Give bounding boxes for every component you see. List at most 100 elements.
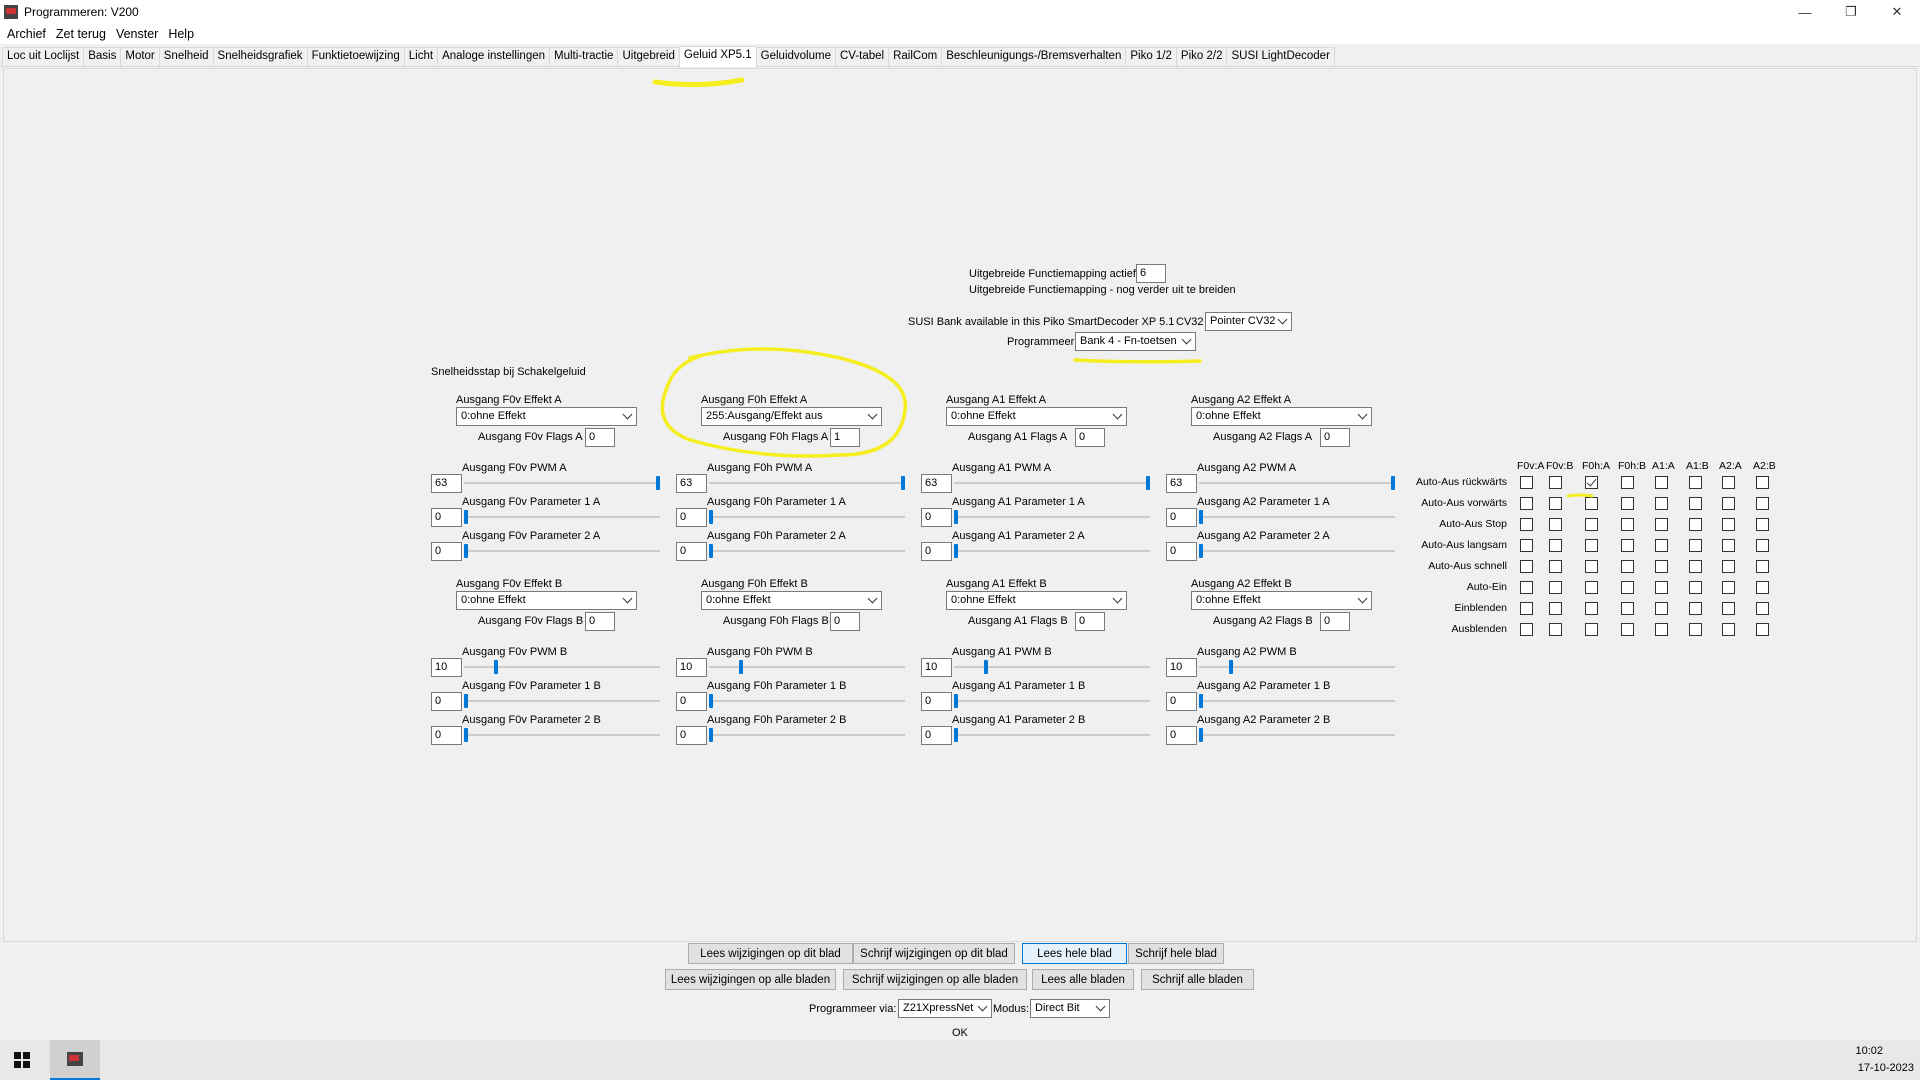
grid-checkbox[interactable] <box>1655 602 1668 615</box>
btn-row2-3[interactable]: Schrijf alle bladen <box>1141 969 1254 990</box>
grid-checkbox[interactable] <box>1722 560 1735 573</box>
f0v-pwm-a-slider[interactable] <box>464 475 660 491</box>
grid-checkbox[interactable] <box>1689 581 1702 594</box>
f0v-param2-a-slider[interactable] <box>464 543 660 559</box>
grid-checkbox[interactable] <box>1520 602 1533 615</box>
grid-checkbox[interactable] <box>1689 497 1702 510</box>
grid-checkbox[interactable] <box>1756 476 1769 489</box>
a2-param2-b-input[interactable]: 0 <box>1166 726 1197 745</box>
slider-thumb[interactable] <box>1146 476 1150 490</box>
f0h-param1-a-input[interactable]: 0 <box>676 508 707 527</box>
btn-row1-3[interactable]: Schrijf hele blad <box>1128 943 1224 964</box>
slider-thumb[interactable] <box>709 544 713 558</box>
grid-checkbox[interactable] <box>1621 581 1634 594</box>
grid-checkbox[interactable] <box>1722 623 1735 636</box>
slider-thumb[interactable] <box>954 694 958 708</box>
grid-checkbox[interactable] <box>1655 539 1668 552</box>
f0h-param1-a-slider[interactable] <box>709 509 905 525</box>
a2-pwm-b-input[interactable]: 10 <box>1166 658 1197 677</box>
f0v-pwm-b-slider[interactable] <box>464 659 660 675</box>
f0v-flags-b-input[interactable]: 0 <box>585 612 615 631</box>
slider-thumb[interactable] <box>1391 476 1395 490</box>
grid-checkbox[interactable] <box>1549 602 1562 615</box>
grid-checkbox[interactable] <box>1520 497 1533 510</box>
f0h-param2-b-input[interactable]: 0 <box>676 726 707 745</box>
modus-select[interactable]: Direct Bit <box>1030 999 1110 1018</box>
a1-flags-b-input[interactable]: 0 <box>1075 612 1105 631</box>
grid-checkbox[interactable] <box>1585 497 1598 510</box>
grid-checkbox[interactable] <box>1722 518 1735 531</box>
grid-checkbox[interactable] <box>1689 602 1702 615</box>
slider-thumb[interactable] <box>1229 660 1233 674</box>
slider-thumb[interactable] <box>464 544 468 558</box>
slider-thumb[interactable] <box>901 476 905 490</box>
slider-thumb[interactable] <box>709 728 713 742</box>
a1-pwm-a-input[interactable]: 63 <box>921 474 952 493</box>
grid-checkbox[interactable] <box>1549 581 1562 594</box>
grid-checkbox[interactable] <box>1655 560 1668 573</box>
btn-row2-0[interactable]: Lees wijzigingen op alle bladen <box>665 969 836 990</box>
f0v-param1-b-input[interactable]: 0 <box>431 692 462 711</box>
f0v-param1-b-slider[interactable] <box>464 693 660 709</box>
a1-param1-b-input[interactable]: 0 <box>921 692 952 711</box>
grid-checkbox[interactable] <box>1722 539 1735 552</box>
grid-checkbox[interactable] <box>1756 518 1769 531</box>
f0v-param2-a-input[interactable]: 0 <box>431 542 462 561</box>
a2-param1-a-input[interactable]: 0 <box>1166 508 1197 527</box>
a2-effekt-a-select[interactable]: 0:ohne Effekt <box>1191 407 1372 426</box>
f0h-param1-b-slider[interactable] <box>709 693 905 709</box>
grid-checkbox[interactable] <box>1585 560 1598 573</box>
a2-pwm-a-slider[interactable] <box>1199 475 1395 491</box>
a2-flags-a-input[interactable]: 0 <box>1320 428 1350 447</box>
grid-checkbox[interactable] <box>1689 623 1702 636</box>
grid-checkbox[interactable] <box>1655 497 1668 510</box>
f0v-effekt-b-select[interactable]: 0:ohne Effekt <box>456 591 637 610</box>
f0v-param1-a-slider[interactable] <box>464 509 660 525</box>
grid-checkbox[interactable] <box>1655 476 1668 489</box>
a2-param1-b-input[interactable]: 0 <box>1166 692 1197 711</box>
taskbar-app-button[interactable] <box>50 1040 100 1080</box>
a1-pwm-b-input[interactable]: 10 <box>921 658 952 677</box>
a1-param2-a-input[interactable]: 0 <box>921 542 952 561</box>
grid-checkbox[interactable] <box>1655 581 1668 594</box>
f0v-flags-a-input[interactable]: 0 <box>585 428 615 447</box>
f0h-effekt-b-select[interactable]: 0:ohne Effekt <box>701 591 882 610</box>
grid-checkbox[interactable] <box>1621 602 1634 615</box>
f0v-pwm-b-input[interactable]: 10 <box>431 658 462 677</box>
btn-row1-2[interactable]: Lees hele blad <box>1022 943 1127 964</box>
grid-checkbox[interactable] <box>1621 476 1634 489</box>
grid-checkbox[interactable] <box>1585 581 1598 594</box>
grid-checkbox[interactable] <box>1585 602 1598 615</box>
a2-effekt-b-select[interactable]: 0:ohne Effekt <box>1191 591 1372 610</box>
grid-checkbox[interactable] <box>1585 539 1598 552</box>
grid-checkbox[interactable] <box>1722 602 1735 615</box>
a1-effekt-a-select[interactable]: 0:ohne Effekt <box>946 407 1127 426</box>
f0v-pwm-a-input[interactable]: 63 <box>431 474 462 493</box>
grid-checkbox[interactable] <box>1722 497 1735 510</box>
f0h-pwm-b-input[interactable]: 10 <box>676 658 707 677</box>
a1-param2-b-slider[interactable] <box>954 727 1150 743</box>
prog-via-select[interactable]: Z21XpressNet <box>898 999 992 1018</box>
a1-pwm-a-slider[interactable] <box>954 475 1150 491</box>
grid-checkbox[interactable] <box>1585 623 1598 636</box>
grid-checkbox[interactable] <box>1520 581 1533 594</box>
a2-param1-a-slider[interactable] <box>1199 509 1395 525</box>
btn-row1-1[interactable]: Schrijf wijzigingen op dit blad <box>853 943 1015 964</box>
f0h-flags-b-input[interactable]: 0 <box>830 612 860 631</box>
grid-checkbox[interactable] <box>1621 518 1634 531</box>
f0h-param1-b-input[interactable]: 0 <box>676 692 707 711</box>
grid-checkbox[interactable] <box>1722 476 1735 489</box>
bank-select[interactable]: Bank 4 - Fn-toetsen <box>1075 332 1196 351</box>
grid-checkbox[interactable] <box>1756 560 1769 573</box>
a2-pwm-a-input[interactable]: 63 <box>1166 474 1197 493</box>
btn-row1-0[interactable]: Lees wijzigingen op dit blad <box>688 943 853 964</box>
f0h-param2-b-slider[interactable] <box>709 727 905 743</box>
a1-flags-a-input[interactable]: 0 <box>1075 428 1105 447</box>
slider-thumb[interactable] <box>494 660 498 674</box>
f0v-param2-b-slider[interactable] <box>464 727 660 743</box>
slider-thumb[interactable] <box>954 510 958 524</box>
grid-checkbox[interactable] <box>1689 560 1702 573</box>
grid-checkbox[interactable] <box>1655 518 1668 531</box>
grid-checkbox[interactable] <box>1655 623 1668 636</box>
slider-thumb[interactable] <box>1199 544 1203 558</box>
